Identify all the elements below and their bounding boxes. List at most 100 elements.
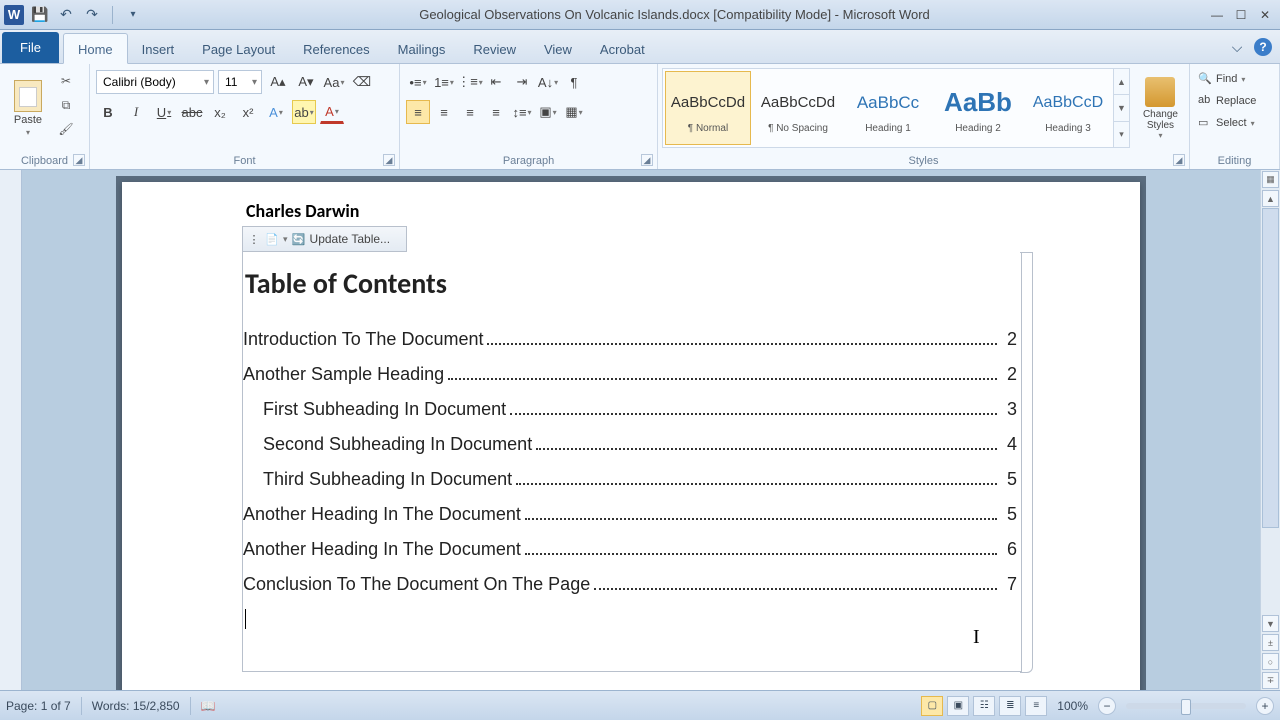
tab-view[interactable]: View (530, 34, 586, 63)
tab-insert[interactable]: Insert (128, 34, 189, 63)
browse-object-icon[interactable]: ○ (1262, 653, 1279, 670)
align-right-button[interactable]: ≡ (458, 100, 482, 124)
font-dialog-launcher[interactable]: ◢ (383, 154, 395, 166)
bold-button[interactable]: B (96, 100, 120, 124)
style-item---no-spacing[interactable]: AaBbCcDd¶ No Spacing (755, 71, 841, 145)
proofing-icon[interactable]: 📖 (201, 699, 216, 713)
underline-button[interactable]: U (152, 100, 176, 124)
format-painter-icon[interactable]: 🖌 (56, 120, 76, 138)
justify-button[interactable]: ≡ (484, 100, 508, 124)
align-left-button[interactable]: ≡ (406, 100, 430, 124)
toc-options-icon[interactable]: 📄 (265, 232, 279, 246)
style-item-heading-3[interactable]: AaBbCcDHeading 3 (1025, 71, 1111, 145)
tab-home[interactable]: Home (63, 33, 128, 64)
italic-button[interactable]: I (124, 100, 148, 124)
outline-view-button[interactable]: ≣ (999, 696, 1021, 716)
select-button[interactable]: ▭Select▾ (1196, 114, 1273, 132)
toc-drag-handle-icon[interactable]: ⋮ (247, 232, 261, 246)
scroll-track[interactable] (1262, 208, 1279, 614)
full-screen-view-button[interactable]: ▣ (947, 696, 969, 716)
toc-entry[interactable]: Conclusion To The Document On The Page7 (243, 574, 1021, 595)
style-item-heading-1[interactable]: AaBbCcHeading 1 (845, 71, 931, 145)
help-icon[interactable]: ? (1254, 38, 1272, 56)
minimize-ribbon-icon[interactable]: ⌵ (1228, 38, 1246, 56)
find-button[interactable]: 🔍Find▾ (1196, 70, 1273, 88)
tab-file[interactable]: File (2, 32, 59, 63)
minimize-button[interactable]: — (1206, 6, 1228, 24)
browse-next-icon[interactable]: ∓ (1262, 672, 1279, 689)
undo-icon[interactable]: ↶ (56, 5, 76, 25)
page-indicator[interactable]: Page: 1 of 7 (6, 699, 71, 713)
clear-formatting-icon[interactable]: ⌫ (350, 70, 374, 94)
multilevel-list-icon[interactable]: ⋮≡ (458, 70, 482, 94)
toc-entry[interactable]: Another Heading In The Document6 (243, 539, 1021, 560)
zoom-in-button[interactable]: + (1256, 697, 1274, 715)
shrink-font-icon[interactable]: A▾ (294, 70, 318, 94)
close-button[interactable]: ✕ (1254, 6, 1276, 24)
clipboard-dialog-launcher[interactable]: ◢ (73, 154, 85, 166)
redo-icon[interactable]: ↷ (82, 5, 102, 25)
superscript-button[interactable]: x² (236, 100, 260, 124)
toc-entry[interactable]: Another Sample Heading2 (243, 364, 1021, 385)
borders-icon[interactable]: ▦ (562, 100, 586, 124)
shading-icon[interactable]: ▣ (536, 100, 560, 124)
strikethrough-button[interactable]: abc (180, 100, 204, 124)
bullets-icon[interactable]: •≡ (406, 70, 430, 94)
toc-container[interactable]: Table of Contents Introduction To The Do… (242, 252, 1022, 672)
print-layout-view-button[interactable]: ▢ (921, 696, 943, 716)
show-marks-icon[interactable]: ¶ (562, 70, 586, 94)
style-item---normal[interactable]: AaBbCcDd¶ Normal (665, 71, 751, 145)
scroll-thumb[interactable] (1262, 208, 1279, 528)
change-case-icon[interactable]: Aa (322, 70, 346, 94)
toc-title[interactable]: Table of Contents (243, 266, 1021, 301)
cut-icon[interactable]: ✂ (56, 72, 76, 90)
draft-view-button[interactable]: ≡ (1025, 696, 1047, 716)
toc-entry[interactable]: Introduction To The Document2 (243, 329, 1021, 350)
tab-page-layout[interactable]: Page Layout (188, 34, 289, 63)
subscript-button[interactable]: x₂ (208, 100, 232, 124)
gallery-down-icon[interactable]: ▼ (1114, 95, 1129, 121)
document-viewport[interactable]: Charles Darwin ⋮ 📄 ▾ 🔄 Update Table... T… (22, 170, 1260, 690)
toc-entry[interactable]: Third Subheading In Document5 (243, 469, 1021, 490)
sort-icon[interactable]: A↓ (536, 70, 560, 94)
scroll-down-icon[interactable]: ▼ (1262, 615, 1279, 632)
toc-entry[interactable]: Second Subheading In Document4 (243, 434, 1021, 455)
ruler-toggle-icon[interactable]: ▦ (1262, 171, 1279, 188)
toc-entry[interactable]: Another Heading In The Document5 (243, 504, 1021, 525)
replace-button[interactable]: abReplace (1196, 92, 1273, 110)
highlight-color-button[interactable]: ab (292, 100, 316, 124)
font-name-select[interactable]: Calibri (Body) (96, 70, 214, 94)
grow-font-icon[interactable]: A▴ (266, 70, 290, 94)
style-item-heading-2[interactable]: AaBbHeading 2 (935, 71, 1021, 145)
numbering-icon[interactable]: 1≡ (432, 70, 456, 94)
paste-button[interactable]: Paste ▾ (6, 68, 50, 148)
tab-mailings[interactable]: Mailings (384, 34, 460, 63)
styles-dialog-launcher[interactable]: ◢ (1173, 154, 1185, 166)
change-styles-button[interactable]: Change Styles ▾ (1136, 68, 1185, 148)
toc-entry[interactable]: First Subheading In Document3 (243, 399, 1021, 420)
vertical-scrollbar[interactable]: ▦ ▲ ▼ ± ○ ∓ (1260, 170, 1280, 690)
increase-indent-icon[interactable]: ⇥ (510, 70, 534, 94)
author-name[interactable]: Charles Darwin (122, 200, 1140, 222)
font-size-select[interactable]: 11 (218, 70, 262, 94)
paragraph-dialog-launcher[interactable]: ◢ (641, 154, 653, 166)
tab-acrobat[interactable]: Acrobat (586, 34, 659, 63)
word-count[interactable]: Words: 15/2,850 (92, 699, 180, 713)
browse-prev-icon[interactable]: ± (1262, 634, 1279, 651)
tab-review[interactable]: Review (459, 34, 530, 63)
align-center-button[interactable]: ≡ (432, 100, 456, 124)
web-layout-view-button[interactable]: ☷ (973, 696, 995, 716)
zoom-slider[interactable] (1126, 703, 1246, 709)
toc-dropdown-icon[interactable]: ▾ (283, 234, 288, 245)
gallery-up-icon[interactable]: ▲ (1114, 69, 1129, 95)
zoom-out-button[interactable]: − (1098, 697, 1116, 715)
tab-references[interactable]: References (289, 34, 383, 63)
update-table-button[interactable]: Update Table... (310, 232, 391, 246)
qat-customize-icon[interactable]: ▾ (123, 5, 143, 25)
decrease-indent-icon[interactable]: ⇤ (484, 70, 508, 94)
zoom-level[interactable]: 100% (1057, 699, 1088, 713)
copy-icon[interactable]: ⧉ (56, 96, 76, 114)
maximize-button[interactable]: ☐ (1230, 6, 1252, 24)
font-color-button[interactable]: A (320, 100, 344, 124)
save-icon[interactable]: 💾 (30, 5, 50, 25)
